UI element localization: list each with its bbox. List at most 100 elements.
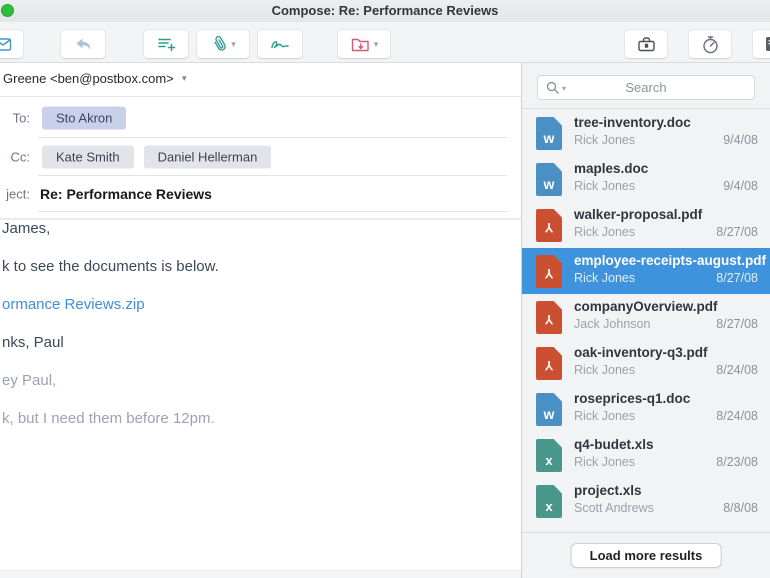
file-name: oak-inventory-q3.pdf: [574, 345, 708, 360]
xls-file-icon: x: [536, 439, 562, 472]
recipient-pill[interactable]: Daniel Hellerman: [143, 145, 272, 169]
file-sender: Rick Jones: [574, 455, 636, 469]
file-result-row[interactable]: x q4-budet.xls Rick Jones 8/23/08: [522, 432, 770, 478]
signature-icon: [269, 34, 291, 54]
compose-pane: Greene <ben@postbox.com> ▾ To: Sto Akron…: [0, 63, 521, 578]
attach-button[interactable]: ▾: [196, 29, 250, 59]
from-address: Greene <ben@postbox.com>: [3, 71, 174, 86]
title-bar: Compose: Re: Performance Reviews: [0, 0, 770, 22]
briefcase-icon: [636, 34, 657, 54]
add-list-button[interactable]: [143, 29, 189, 59]
notes-icon: [763, 34, 770, 54]
subject-underline: [38, 211, 507, 212]
cc-row: Cc: Kate Smith Daniel Hellerman: [0, 138, 521, 176]
pdf-file-icon: ⅄: [536, 255, 562, 288]
file-name: companyOverview.pdf: [574, 299, 718, 314]
load-more-button[interactable]: Load more results: [570, 543, 722, 568]
file-date: 9/4/08: [723, 133, 758, 147]
file-name: employee-receipts-august.pdf: [574, 253, 767, 268]
file-result-row[interactable]: w tree-inventory.doc Rick Jones 9/4/08: [522, 110, 770, 156]
to-label: To:: [12, 110, 30, 125]
body-text-line: ey Paul,: [2, 372, 57, 389]
search-input[interactable]: [568, 76, 724, 99]
to-recipients: Sto Akron: [42, 106, 127, 129]
body-text-line: nks, Paul: [2, 334, 64, 351]
search-box[interactable]: ▾: [537, 75, 755, 100]
file-date: 9/4/08: [723, 179, 758, 193]
file-message-chevron-icon: ▾: [373, 38, 379, 49]
file-sender: Rick Jones: [574, 179, 636, 193]
stopwatch-icon: [700, 34, 721, 55]
file-results-list: w tree-inventory.doc Rick Jones 9/4/08 w mapl…: [522, 110, 770, 524]
compose-window: Compose: Re: Performance Reviews ▾ ▾ Gre…: [0, 0, 770, 578]
from-chevron-icon: ▾: [182, 73, 187, 83]
file-sender: Jack Johnson: [574, 317, 651, 331]
file-date: 8/24/08: [716, 363, 758, 377]
doc-file-icon: w: [536, 117, 562, 150]
attach-chevron-icon: ▾: [231, 38, 236, 49]
file-result-row[interactable]: ⅄ companyOverview.pdf Jack Johnson 8/27/08: [522, 294, 770, 340]
cc-label: Cc:: [10, 149, 31, 165]
cc-recipients: Kate Smith Daniel Hellerman: [42, 145, 272, 169]
file-name: tree-inventory.doc: [574, 115, 691, 130]
file-result-row[interactable]: x project.xls Scott Andrews 8/8/08: [522, 478, 770, 524]
attachments-sidebar: ▾ wtree-inventory.docRick Jones9/4/08wma…: [522, 63, 770, 578]
from-row[interactable]: Greene <ben@postbox.com> ▾: [0, 63, 521, 97]
subject-value[interactable]: Re: Performance Reviews: [40, 186, 212, 202]
signature-button[interactable]: [257, 29, 303, 59]
attachment-link[interactable]: ormance Reviews.zip: [2, 296, 511, 314]
file-sender: Rick Jones: [574, 225, 636, 239]
file-name: project.xls: [574, 483, 642, 498]
toolbar: ▾ ▾: [0, 22, 770, 63]
file-name: maples.doc: [574, 161, 649, 176]
file-name: walker-proposal.pdf: [574, 207, 703, 222]
file-result-row[interactable]: ⅄ walker-proposal.pdf Rick Jones 8/27/08: [522, 202, 770, 248]
body-text-line: k, but I need them before 12pm.: [2, 410, 215, 427]
file-message-button[interactable]: ▾: [337, 29, 391, 59]
file-result-row[interactable]: ⅄ oak-inventory-q3.pdf Rick Jones 8/24/08: [522, 340, 770, 386]
search-divider: [522, 108, 770, 109]
file-name: q4-budet.xls: [574, 437, 654, 452]
file-date: 8/8/08: [723, 501, 758, 515]
search-scope-chevron-icon[interactable]: ▾: [562, 84, 566, 93]
file-date: 8/27/08: [716, 225, 758, 239]
file-result-row[interactable]: w maples.doc Rick Jones 9/4/08: [522, 156, 770, 202]
file-date: 8/24/08: [716, 409, 758, 423]
file-name: roseprices-q1.doc: [574, 391, 691, 406]
file-sender: Rick Jones: [574, 133, 636, 147]
recipient-pill[interactable]: Sto Akron: [42, 106, 127, 129]
file-sender: Rick Jones: [574, 271, 636, 285]
to-row: To: Sto Akron: [0, 97, 521, 138]
file-date: 8/27/08: [716, 317, 758, 331]
bottom-strip: [0, 570, 521, 578]
doc-file-icon: w: [536, 393, 562, 426]
search-icon: [545, 80, 561, 96]
file-sender: Scott Andrews: [574, 501, 654, 515]
subject-label: ject:: [6, 186, 30, 202]
recipient-pill[interactable]: Kate Smith: [42, 145, 134, 169]
file-result-row[interactable]: w roseprices-q1.doc Rick Jones 8/24/08: [522, 386, 770, 432]
body-text-line: k to see the documents is below.: [2, 258, 219, 275]
subject-row: ject: Re: Performance Reviews: [0, 176, 521, 212]
doc-file-icon: w: [536, 163, 562, 196]
file-result-row[interactable]: ⅄ employee-receipts-august.pdf Rick Jones 8…: [522, 248, 770, 294]
xls-file-icon: x: [536, 485, 562, 518]
window-title: Compose: Re: Performance Reviews: [271, 3, 499, 18]
sidebar-footer: Load more results: [522, 532, 770, 578]
add-list-icon: [156, 34, 177, 54]
send-icon: [0, 34, 13, 54]
paperclip-icon: [210, 34, 228, 54]
body-text-line: James,: [2, 220, 51, 237]
message-body[interactable]: James, k to see the documents is below. or…: [2, 220, 511, 568]
reply-icon: [73, 34, 93, 54]
file-date: 8/23/08: [716, 455, 758, 469]
file-sender: Rick Jones: [574, 363, 636, 377]
pdf-file-icon: ⅄: [536, 209, 562, 242]
notes-button[interactable]: [752, 29, 770, 59]
pdf-file-icon: ⅄: [536, 347, 562, 380]
send-button[interactable]: [0, 29, 24, 59]
briefcase-button[interactable]: [624, 29, 668, 59]
folder-icon: [350, 34, 371, 54]
reply-button[interactable]: [60, 29, 106, 59]
timer-button[interactable]: [688, 29, 732, 59]
